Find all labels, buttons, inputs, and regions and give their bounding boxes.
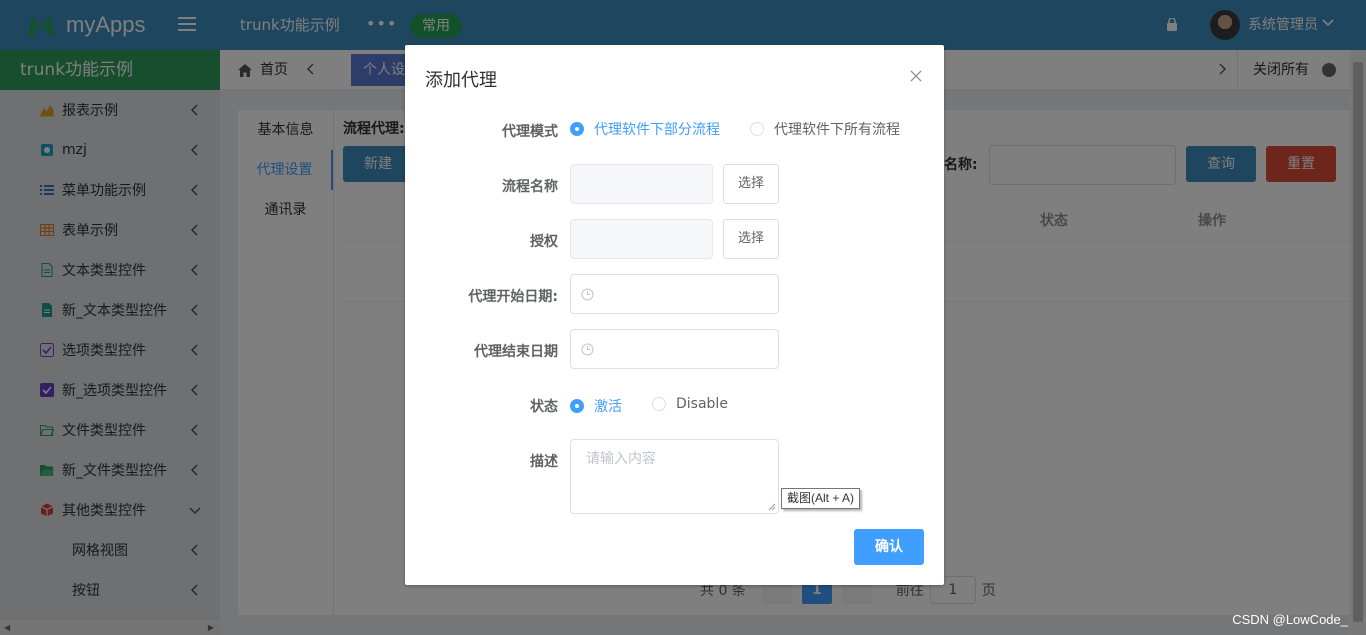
start-date-label: 代理开始日期: bbox=[468, 289, 558, 305]
radio-dot bbox=[652, 397, 666, 411]
clock-icon bbox=[581, 288, 594, 301]
radio-label: 代理软件下所有流程 bbox=[774, 122, 900, 138]
flow-name-field[interactable] bbox=[570, 164, 713, 204]
desc-placeholder: 请输入内容 bbox=[586, 451, 656, 467]
mode-label: 代理模式 bbox=[502, 124, 558, 140]
desc-label: 描述 bbox=[530, 454, 558, 470]
start-date-input[interactable] bbox=[570, 274, 779, 314]
confirm-button[interactable]: 确认 bbox=[854, 529, 924, 565]
radio-label: 激活 bbox=[594, 399, 622, 415]
radio-label: 代理软件下部分流程 bbox=[594, 122, 720, 138]
close-icon[interactable] bbox=[910, 70, 922, 82]
end-date-input[interactable] bbox=[570, 329, 779, 369]
watermark: CSDN @LowCode_ bbox=[1232, 612, 1348, 627]
radio-dot bbox=[570, 122, 584, 136]
radio-label: Disable bbox=[676, 396, 728, 412]
status-radio-disable[interactable]: Disable bbox=[652, 396, 728, 412]
clock-icon bbox=[581, 343, 594, 356]
end-date-label: 代理结束日期 bbox=[474, 344, 558, 360]
dialog-title: 添加代理 bbox=[425, 70, 497, 91]
desc-textarea[interactable]: 请输入内容 bbox=[570, 439, 779, 514]
select-flow-button[interactable]: 选择 bbox=[723, 164, 779, 204]
auth-field[interactable] bbox=[570, 219, 713, 259]
select-auth-button[interactable]: 选择 bbox=[723, 219, 779, 259]
flow-name-label: 流程名称 bbox=[502, 179, 558, 195]
auth-label: 授权 bbox=[530, 234, 558, 250]
radio-dot bbox=[750, 122, 764, 136]
mode-radio-all[interactable]: 代理软件下所有流程 bbox=[750, 119, 900, 139]
mode-radio-partial[interactable]: 代理软件下部分流程 bbox=[570, 119, 720, 139]
radio-dot bbox=[570, 399, 584, 413]
status-radio-active[interactable]: 激活 bbox=[570, 396, 622, 416]
resize-grip-icon[interactable] bbox=[768, 503, 776, 511]
status-label: 状态 bbox=[530, 399, 558, 415]
screenshot-tooltip: 截图(Alt + A) bbox=[781, 488, 861, 509]
add-proxy-dialog: 添加代理 代理模式 代理软件下部分流程 代理软件下所有流程 流程名称 选择 授权… bbox=[405, 45, 944, 585]
